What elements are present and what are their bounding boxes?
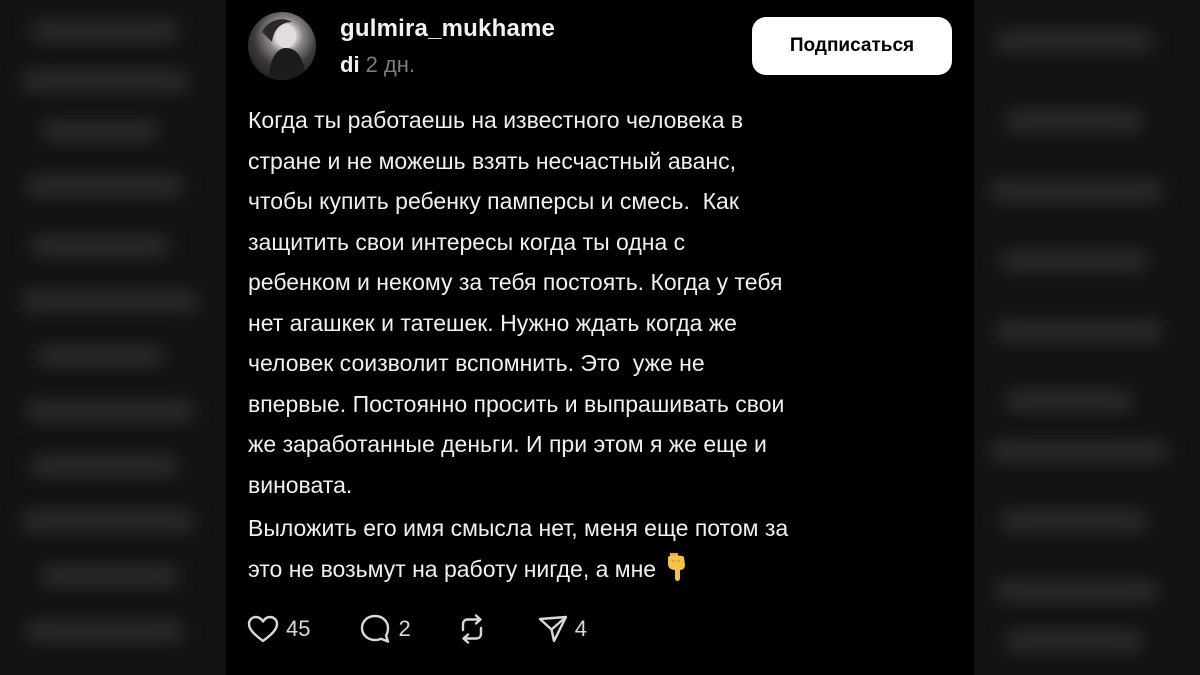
username-continuation[interactable]: di bbox=[340, 52, 360, 77]
subscribe-button[interactable]: Подписаться bbox=[752, 17, 952, 75]
reply-button[interactable]: 2 bbox=[358, 613, 411, 645]
repost-icon bbox=[461, 614, 482, 644]
blurred-background-left bbox=[0, 0, 226, 675]
send-icon bbox=[538, 615, 567, 643]
post-card: gulmira_mukhame di 2 дн. Подписаться Когд… bbox=[226, 0, 974, 675]
post-actions: 45 2 4 bbox=[246, 610, 587, 648]
share-button[interactable]: 4 bbox=[537, 614, 587, 644]
avatar[interactable] bbox=[248, 12, 316, 80]
heart-icon bbox=[247, 615, 279, 643]
like-button[interactable]: 45 bbox=[246, 614, 310, 644]
repost-button[interactable] bbox=[455, 613, 489, 645]
blurred-background-right bbox=[974, 0, 1200, 675]
speech-bubble-icon bbox=[361, 614, 390, 643]
username[interactable]: gulmira_mukhame bbox=[340, 15, 555, 43]
post-paragraph-1: Когда ты работаешь на известного человек… bbox=[248, 107, 785, 498]
post-paragraph-2-text: Выложить его имя смысла нет, меня еще по… bbox=[248, 515, 789, 582]
share-count: 4 bbox=[574, 616, 587, 641]
reply-count: 2 bbox=[398, 616, 411, 641]
pointing-down-hand-icon bbox=[662, 551, 690, 596]
post-time: 2 дн. bbox=[365, 52, 416, 77]
post-meta: di 2 дн. bbox=[340, 52, 415, 78]
post-body: Когда ты работаешь на известного человек… bbox=[248, 100, 968, 595]
post-paragraph-2: Выложить его имя смысла нет, меня еще по… bbox=[248, 508, 968, 595]
like-count: 45 bbox=[286, 616, 311, 641]
